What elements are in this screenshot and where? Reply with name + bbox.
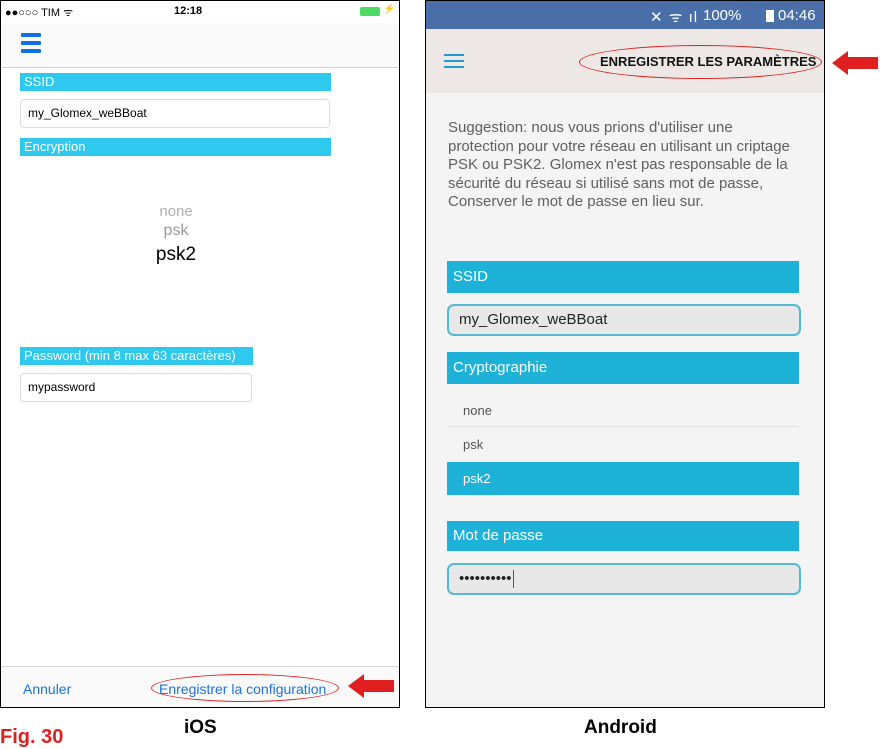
battery-icon — [360, 7, 380, 16]
hamburger-icon[interactable] — [444, 54, 464, 68]
status-time: 12:18 — [174, 5, 203, 17]
cryptography-header: Cryptographie — [447, 352, 799, 384]
charging-icon: ⚡ — [383, 4, 396, 15]
carrier-signal: ●●○○○ TIM ᯤ — [5, 7, 74, 19]
picker-option-psk2-selected[interactable]: psk2 — [131, 244, 221, 266]
password-input[interactable]: •••••••••• — [447, 563, 801, 595]
ssid-input[interactable]: my_Glomex_weBBoat — [447, 304, 801, 336]
ssid-header: SSID — [20, 73, 331, 91]
hamburger-icon[interactable] — [21, 33, 41, 53]
ios-caption: iOS — [184, 717, 217, 738]
crypto-option-psk2-selected[interactable]: psk2 — [447, 462, 799, 495]
password-header: Mot de passe — [447, 521, 799, 551]
password-input[interactable]: mypassword — [20, 373, 252, 402]
battery-icon — [766, 10, 774, 22]
signal-icons: ✕ ᯤ ıl — [650, 9, 699, 26]
ssid-header: SSID — [447, 261, 799, 293]
text-cursor — [512, 570, 515, 589]
crypto-option-psk[interactable]: psk — [447, 428, 799, 461]
highlight-oval — [579, 45, 822, 79]
password-header: Password (min 8 max 63 caractères) — [20, 347, 253, 365]
picker-option-none[interactable]: none — [131, 203, 221, 220]
android-phone-screen: ✕ ᯤ ıl 100% 04:46 ENREGISTRER LES PARAMÈ… — [425, 0, 825, 708]
ios-nav-bar — [1, 23, 399, 68]
battery-percent: 100% — [703, 7, 742, 24]
encryption-header: Encryption — [20, 138, 331, 156]
ssid-input[interactable]: my_Glomex_weBBoat — [20, 99, 330, 128]
suggestion-text: Suggestion: nous vous prions d'utiliser … — [448, 119, 790, 210]
crypto-option-none[interactable]: none — [447, 394, 799, 427]
picker-option-psk[interactable]: psk — [131, 222, 221, 240]
highlight-oval — [151, 674, 339, 702]
figure-label: Fig. 30 — [0, 726, 64, 748]
ios-status-bar: ●●○○○ TIM ᯤ 12:18 ⚡ — [1, 1, 399, 23]
password-value: •••••••••• — [459, 570, 512, 587]
cancel-button[interactable]: Annuler — [23, 681, 71, 697]
status-time: 04:46 — [778, 7, 816, 24]
ios-phone-screen: ●●○○○ TIM ᯤ 12:18 ⚡ SSID my_Glomex_weBBo… — [0, 0, 400, 708]
android-status-bar: ✕ ᯤ ıl 100% 04:46 — [426, 1, 824, 29]
red-arrow-left-icon — [832, 51, 878, 75]
android-caption: Android — [584, 717, 657, 738]
red-arrow-left-icon — [348, 674, 394, 698]
